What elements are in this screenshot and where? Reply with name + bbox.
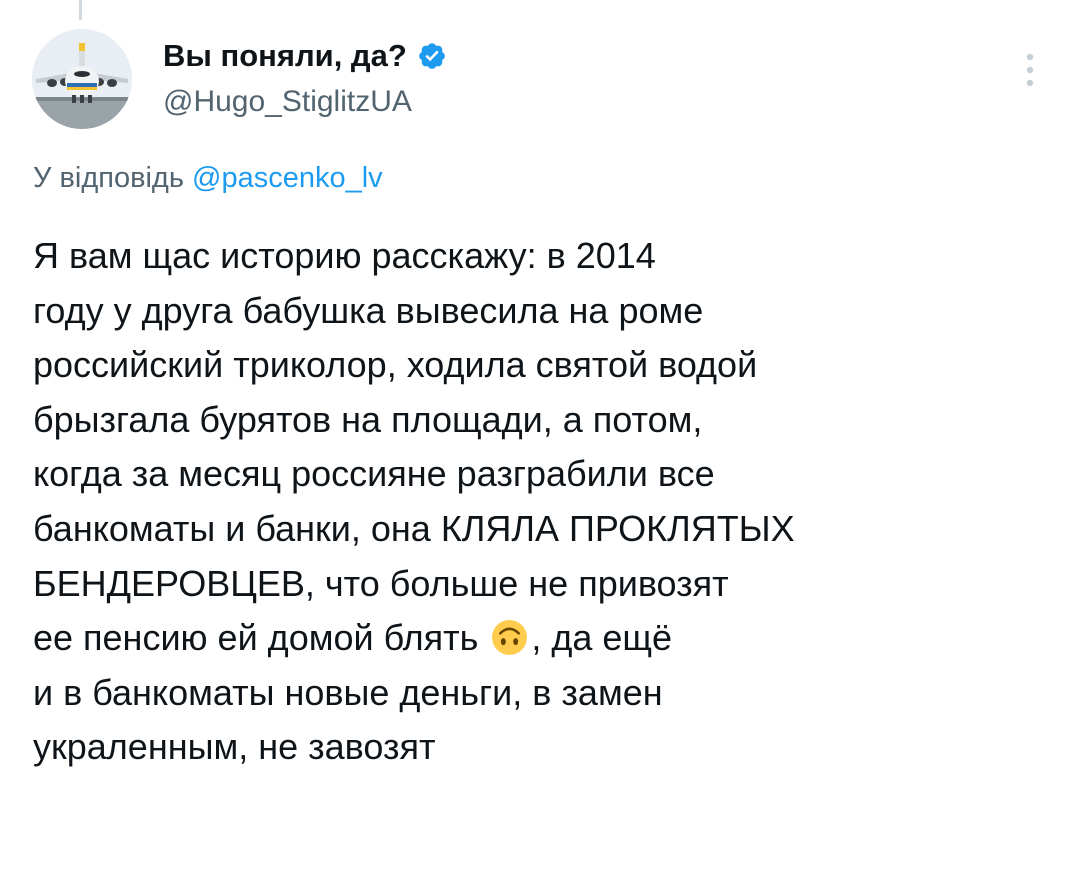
- author-display-name[interactable]: Вы поняли, да?: [163, 38, 407, 74]
- tweet-line: Я вам щас историю расскажу: в 2014: [33, 235, 656, 276]
- reply-mention-link[interactable]: @pascenko_lv: [192, 162, 383, 194]
- reply-prefix: У відповідь: [33, 162, 184, 194]
- upside-down-face-emoji-icon: [491, 619, 528, 656]
- tweet-line-text: ее пенсию ей домой блять: [33, 617, 479, 659]
- tweet-line: когда за месяц россияне разграбили все: [33, 453, 715, 495]
- tweet-line: российский триколор, ходила святой водой: [33, 344, 758, 386]
- thread-connector-line: [79, 0, 82, 20]
- tweet-line: брызгала бурятов на площади, а потом,: [33, 398, 703, 440]
- tweet-line: украленным, не завозят: [33, 726, 436, 768]
- tweet-line-text-after-emoji: , да ещё: [531, 617, 673, 659]
- tweet-text: Я вам щас историю расскажу: в 2014 году …: [33, 229, 1063, 775]
- tweet-line: БЕНДЕРОВЦЕВ, что больше не привозят: [33, 562, 729, 604]
- tweet-line: банкоматы и банки, она КЛЯЛА ПРОКЛЯТЫХ: [33, 507, 795, 549]
- tweet-line-with-emoji: ее пенсию ей домой блять , да ещё: [33, 611, 1063, 666]
- author-name-row: Вы поняли, да?: [163, 38, 447, 74]
- tweet-line: году у друга бабушка вывесила на роме: [33, 289, 704, 331]
- verified-badge-icon[interactable]: [417, 41, 447, 71]
- airplane-avatar-icon: [32, 29, 132, 129]
- author-avatar[interactable]: [32, 29, 132, 129]
- more-vertical-icon: [1026, 53, 1034, 87]
- author-handle[interactable]: @Hugo_StiglitzUA: [163, 84, 412, 120]
- more-options-button[interactable]: [1016, 48, 1044, 92]
- tweet-line: и в банкоматы новые деньги, в замен: [33, 671, 663, 713]
- reply-context: У відповідь @pascenko_lv: [33, 160, 383, 196]
